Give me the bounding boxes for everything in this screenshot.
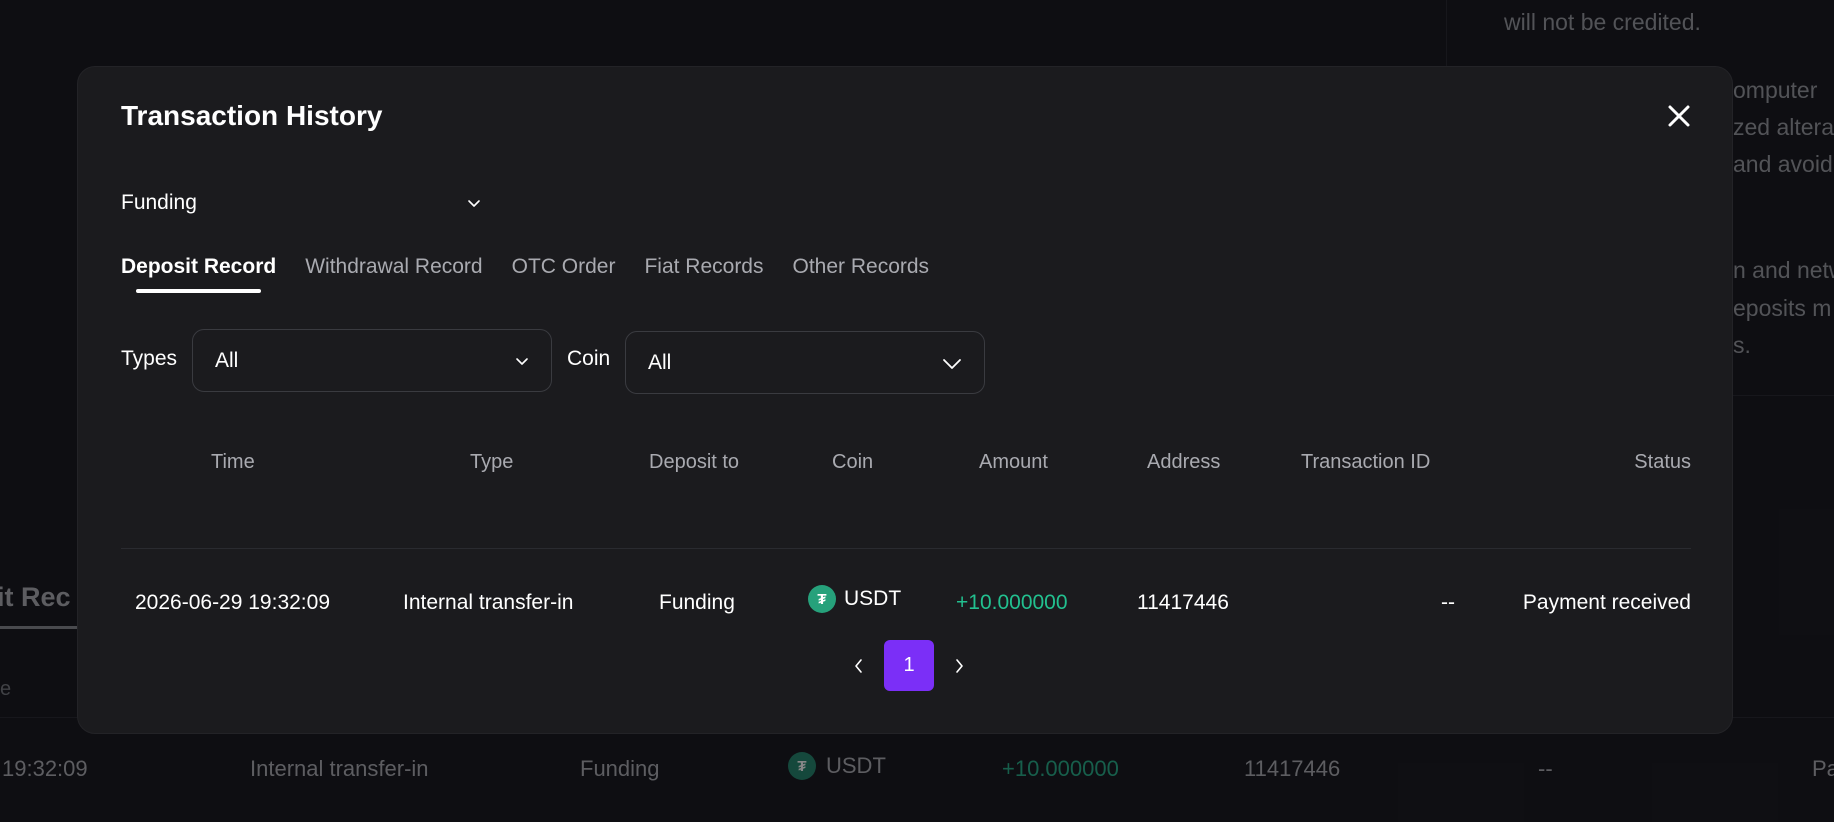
account-select[interactable]: Funding [121, 183, 481, 223]
chevron-down-icon [468, 200, 480, 207]
close-button[interactable] [1662, 99, 1696, 133]
account-select-value: Funding [121, 191, 197, 214]
types-label: Types [121, 347, 178, 370]
record-tabs: Deposit Record Withdrawal Record OTC Ord… [121, 255, 958, 293]
close-icon [1668, 105, 1690, 127]
tab-fiat-records[interactable]: Fiat Records [644, 255, 763, 293]
coin-select[interactable]: All [625, 331, 985, 394]
row-type: Internal transfer-in [403, 591, 574, 614]
column-header-deposit-to: Deposit to [649, 451, 740, 473]
types-select[interactable]: All [192, 329, 552, 392]
tab-otc-order[interactable]: OTC Order [512, 255, 616, 293]
column-header-coin: Coin [832, 451, 874, 473]
tab-withdrawal-record[interactable]: Withdrawal Record [305, 255, 482, 293]
row-address: 11417446 [1137, 591, 1229, 614]
row-coin-label: USDT [844, 587, 902, 610]
row-amount: +10.000000 [956, 591, 1068, 614]
column-header-type: Type [470, 451, 514, 473]
row-time: 2026-06-29 19:32:09 [135, 591, 330, 614]
chevron-right-icon [956, 658, 963, 673]
column-header-transaction-id: Transaction ID [1301, 451, 1431, 473]
pagination: 1 [834, 640, 984, 691]
column-header-address: Address [1147, 451, 1221, 473]
transaction-history-modal: Transaction History Funding Deposit Reco… [77, 66, 1733, 734]
types-select-value: All [215, 348, 239, 372]
tab-other-records[interactable]: Other Records [793, 255, 930, 293]
page: will not be credited. omputer zed altera… [0, 0, 1834, 822]
usdt-icon: ₮ [808, 585, 836, 613]
coin-select-value: All [648, 350, 672, 374]
chevron-left-icon [855, 658, 862, 673]
table-header-divider [121, 548, 1691, 549]
column-header-time: Time [211, 451, 255, 473]
chevron-down-icon [943, 358, 961, 369]
coin-label: Coin [567, 347, 611, 370]
page-number-button[interactable]: 1 [884, 640, 934, 691]
next-page-button[interactable] [934, 640, 984, 691]
row-status: Payment received [1522, 591, 1691, 614]
prev-page-button[interactable] [834, 640, 884, 691]
column-header-status: Status [1634, 451, 1691, 473]
row-transaction-id: -- [1441, 591, 1455, 614]
row-deposit-to: Funding [659, 591, 735, 614]
chevron-down-icon [516, 357, 528, 365]
column-header-amount: Amount [979, 451, 1048, 473]
tab-deposit-record[interactable]: Deposit Record [121, 255, 276, 293]
modal-title: Transaction History [121, 100, 383, 131]
row-coin: ₮ USDT [808, 585, 901, 613]
